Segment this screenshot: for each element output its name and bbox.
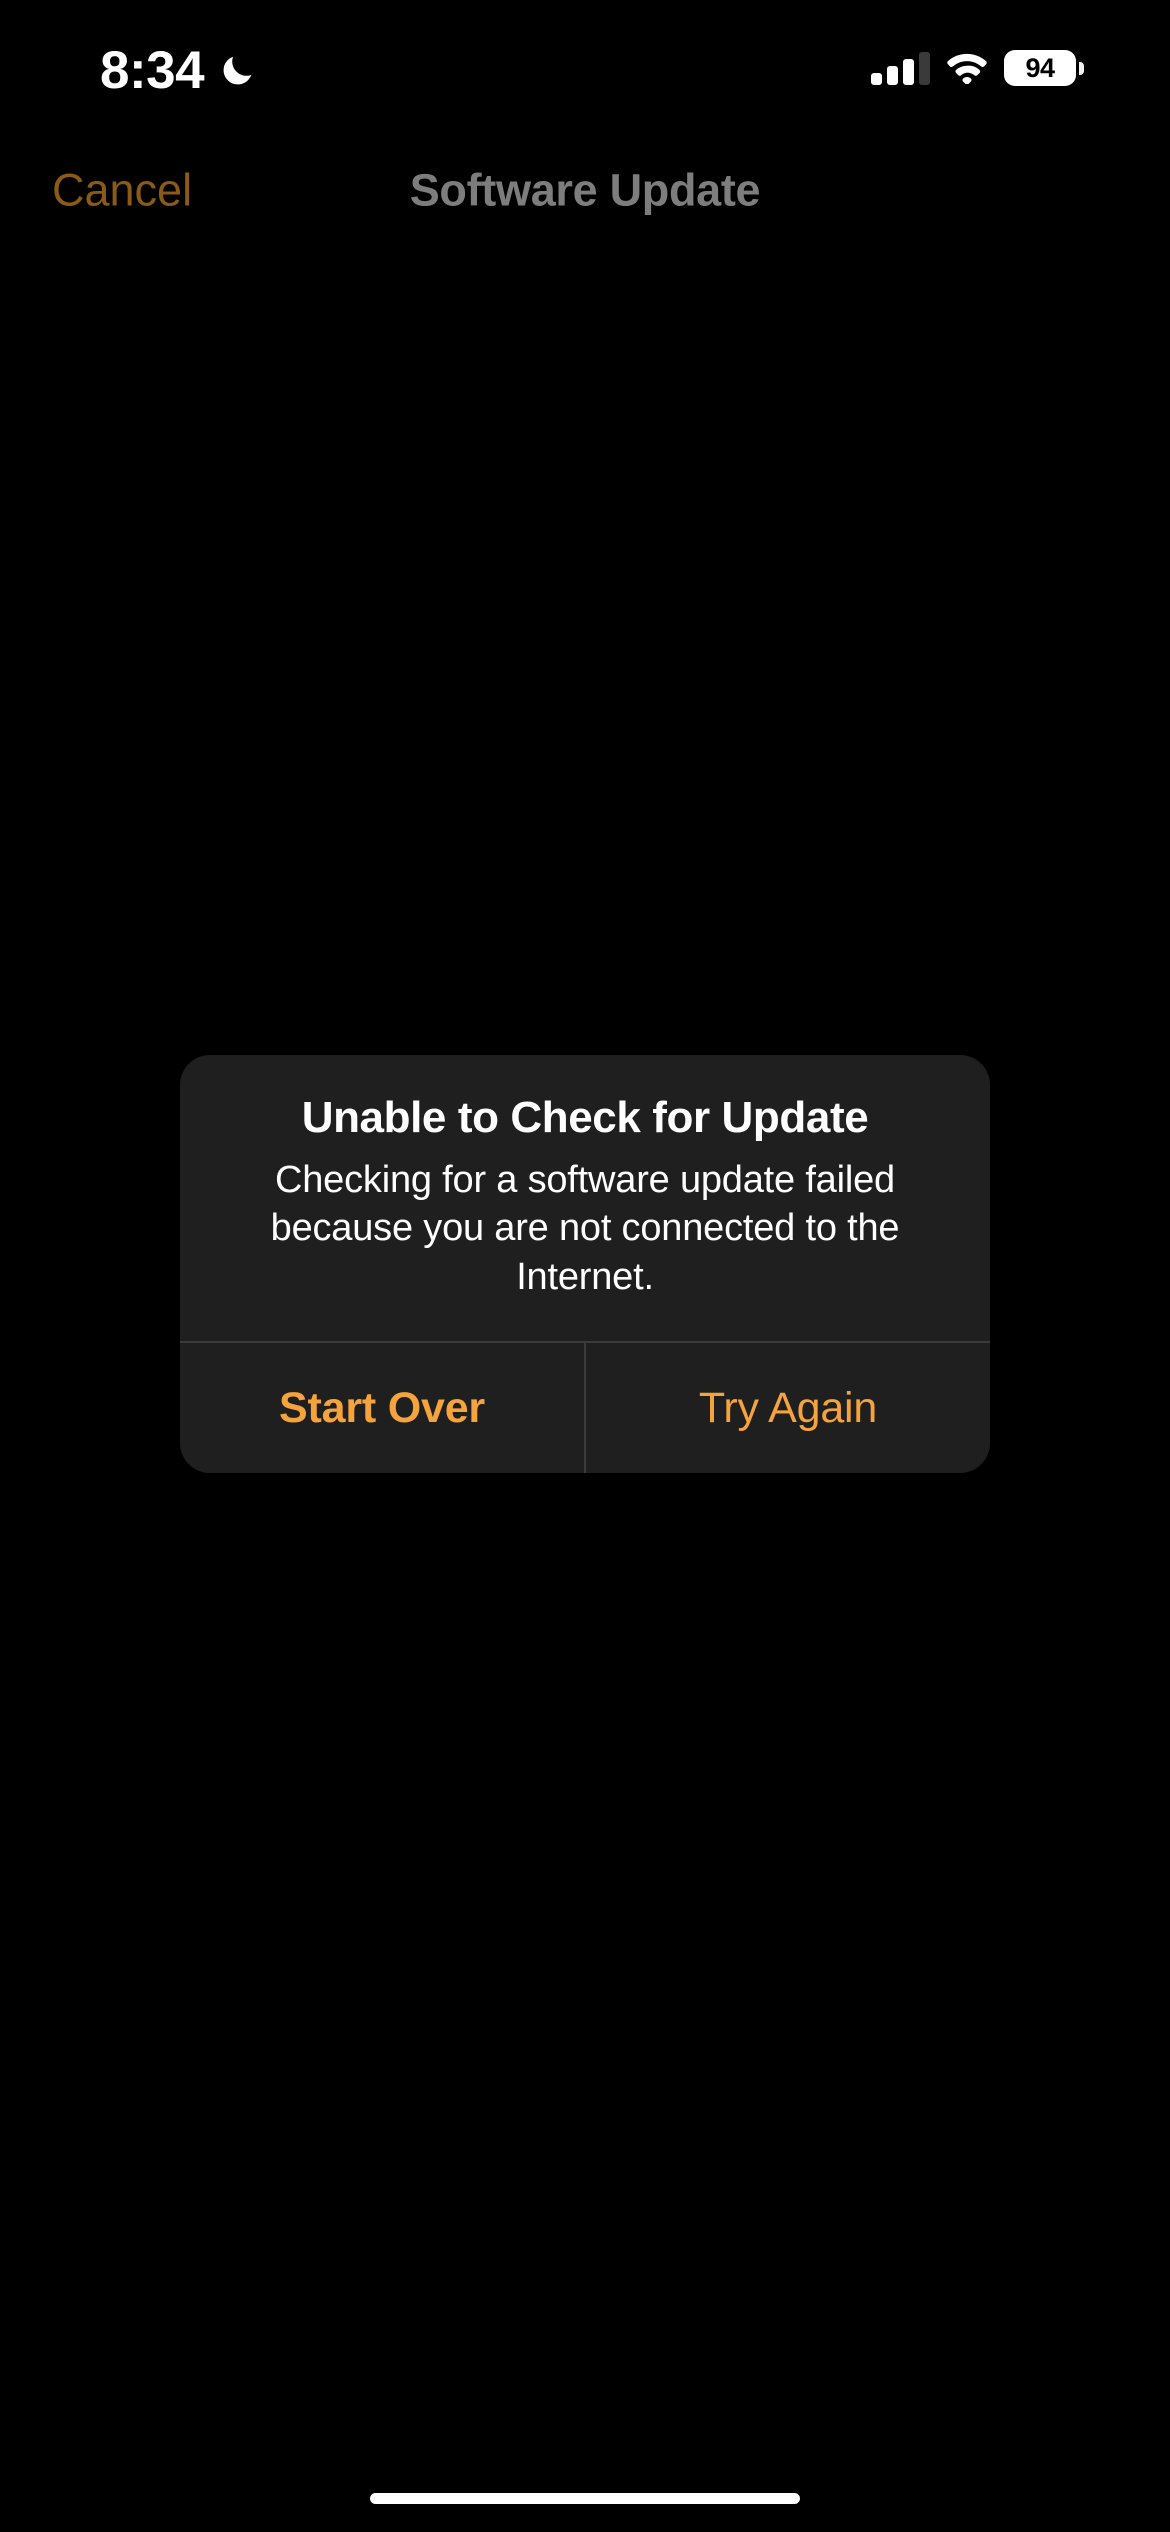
alert-title: Unable to Check for Update — [301, 1093, 869, 1142]
alert-dialog: Unable to Check for Update Checking for … — [180, 1055, 990, 1474]
cancel-button[interactable]: Cancel — [52, 168, 192, 213]
cellular-signal-icon — [871, 51, 930, 85]
page-title: Software Update — [409, 164, 761, 216]
crescent-moon-icon — [218, 52, 256, 90]
alert-text-block: Unable to Check for Update Checking for … — [180, 1055, 990, 1341]
try-again-button[interactable]: Try Again — [586, 1343, 990, 1473]
status-bar-left: 8:34 — [100, 44, 256, 97]
battery-percent-label: 94 — [1025, 52, 1055, 83]
status-bar-time: 8:34 — [100, 41, 205, 100]
battery-body: 94 — [1004, 50, 1076, 86]
home-indicator[interactable] — [370, 2493, 800, 2504]
alert-actions: Start Over Try Again — [180, 1341, 990, 1474]
start-over-button[interactable]: Start Over — [180, 1343, 584, 1473]
status-bar: 8:34 94 — [0, 0, 1170, 142]
battery-icon: 94 — [1004, 50, 1084, 86]
status-bar-right: 94 — [871, 50, 1084, 86]
navigation-bar: Cancel Software Update — [0, 142, 1170, 238]
battery-nub — [1079, 61, 1084, 75]
wifi-icon — [946, 52, 988, 84]
alert-message: Checking for a software update failed be… — [270, 1158, 900, 1298]
